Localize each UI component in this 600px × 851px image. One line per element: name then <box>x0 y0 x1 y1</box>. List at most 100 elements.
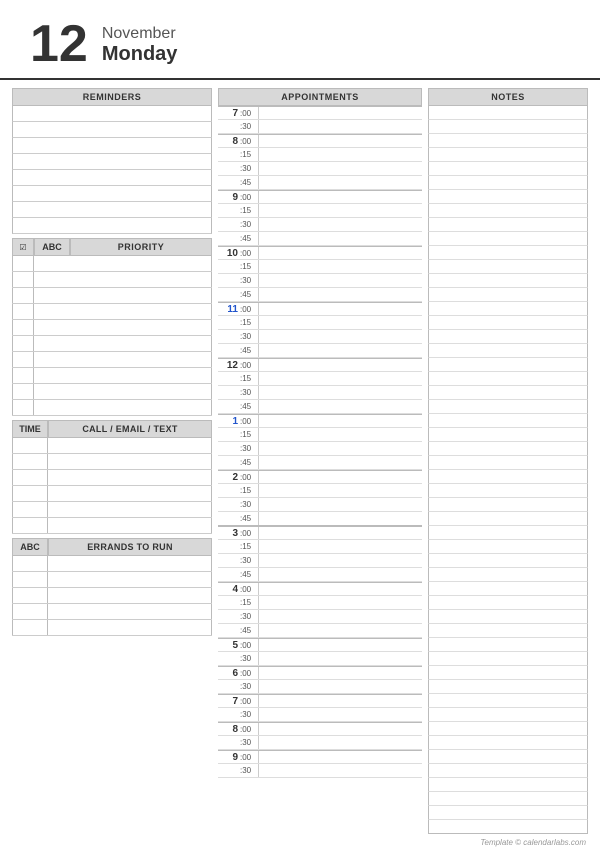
calls-header-row: TIME CALL / EMAIL / TEXT <box>12 420 212 438</box>
appt-time-row: 5 :00 <box>218 638 422 652</box>
hour-label: 7 <box>218 108 240 119</box>
appt-line <box>258 512 422 525</box>
list-item <box>428 484 588 498</box>
list-item <box>428 148 588 162</box>
appt-time-row: :45 <box>218 176 422 190</box>
hour-block-11: 11 :00 :15 :30 :45 <box>218 302 422 358</box>
appt-line <box>258 568 422 581</box>
appt-line <box>258 176 422 189</box>
priority-check-icon: ☑ <box>12 238 34 256</box>
list-item <box>428 176 588 190</box>
hour-block-12: 12 :00 :15 :30 :45 <box>218 358 422 414</box>
appt-time-row: :45 <box>218 232 422 246</box>
appt-time-row: :30 <box>218 708 422 722</box>
list-item <box>12 454 212 470</box>
appt-time-row: :30 <box>218 498 422 512</box>
list-item <box>428 568 588 582</box>
list-item <box>428 722 588 736</box>
appointments-panel: APPOINTMENTS 7 :00 :30 8 :00 :1 <box>218 88 422 834</box>
appt-line <box>258 554 422 567</box>
list-item <box>12 320 212 336</box>
min-label: :15 <box>240 262 258 271</box>
list-item <box>428 400 588 414</box>
appt-time-row: 8 :00 <box>218 722 422 736</box>
min-label: :45 <box>240 234 258 243</box>
notes-panel: NOTES <box>428 88 588 834</box>
footer-text: Template © calendarlabs.com <box>480 838 586 847</box>
appt-time-row: :45 <box>218 288 422 302</box>
hour-block-5pm: 5 :00 :30 <box>218 638 422 666</box>
min-label: :15 <box>240 542 258 551</box>
calls-section: TIME CALL / EMAIL / TEXT <box>12 420 212 534</box>
list-item <box>428 372 588 386</box>
list-item <box>12 218 212 234</box>
reminders-lines <box>12 106 212 234</box>
min-label: :30 <box>240 766 258 775</box>
appointments-header: APPOINTMENTS <box>218 88 422 106</box>
hour-block-4pm: 4 :00 :15 :30 :45 <box>218 582 422 638</box>
list-item <box>428 204 588 218</box>
appt-line <box>258 484 422 497</box>
list-item <box>428 190 588 204</box>
min-label: :30 <box>240 612 258 621</box>
list-item <box>12 272 212 288</box>
appt-line <box>258 456 422 469</box>
appt-time-row: :30 <box>218 330 422 344</box>
min-label: :30 <box>240 654 258 663</box>
min-label: :00 <box>240 249 258 258</box>
errands-abc-label: ABC <box>12 538 48 556</box>
list-item <box>428 540 588 554</box>
min-label: :30 <box>240 444 258 453</box>
list-item <box>428 260 588 274</box>
list-item <box>428 414 588 428</box>
appt-time-row: 12 :00 <box>218 358 422 372</box>
list-item <box>428 526 588 540</box>
list-item <box>12 138 212 154</box>
list-item <box>428 750 588 764</box>
appt-line <box>258 204 422 217</box>
hour-block-1pm: 1 :00 :15 :30 :45 <box>218 414 422 470</box>
appt-time-row: :45 <box>218 456 422 470</box>
day-number: 12 <box>30 18 88 70</box>
list-item <box>428 274 588 288</box>
min-label: :45 <box>240 290 258 299</box>
appt-time-row: :30 <box>218 386 422 400</box>
appt-time-row: :15 <box>218 596 422 610</box>
list-item <box>428 792 588 806</box>
list-item <box>12 400 212 416</box>
reminders-header: REMINDERS <box>12 88 212 106</box>
list-item <box>428 736 588 750</box>
appt-line <box>258 247 422 259</box>
priority-section: ☑ ABC PRIORITY <box>12 238 212 416</box>
list-item <box>428 120 588 134</box>
appt-time-row: 6 :00 <box>218 666 422 680</box>
hour-label: 5 <box>218 640 240 651</box>
min-label: :00 <box>240 669 258 678</box>
min-label: :45 <box>240 346 258 355</box>
min-label: :45 <box>240 514 258 523</box>
appt-time-row: :30 <box>218 218 422 232</box>
appt-time-row: 10 :00 <box>218 246 422 260</box>
min-label: :00 <box>240 193 258 202</box>
min-label: :30 <box>240 388 258 397</box>
hour-block-9pm: 9 :00 :30 <box>218 750 422 778</box>
hour-label: 8 <box>218 724 240 735</box>
appt-line <box>258 540 422 553</box>
list-item <box>428 652 588 666</box>
list-item <box>428 638 588 652</box>
appt-time-row: :30 <box>218 652 422 666</box>
appt-time-row: 7 :00 <box>218 694 422 708</box>
appt-time-row: :45 <box>218 568 422 582</box>
list-item <box>428 232 588 246</box>
min-label: :00 <box>240 305 258 314</box>
list-item <box>12 518 212 534</box>
appt-time-row: :45 <box>218 512 422 526</box>
hour-label: 6 <box>218 668 240 679</box>
min-label: :00 <box>240 109 258 118</box>
appt-time-row: :15 <box>218 372 422 386</box>
appt-line <box>258 330 422 343</box>
min-label: :00 <box>240 697 258 706</box>
min-label: :45 <box>240 178 258 187</box>
appt-time-row: :30 <box>218 554 422 568</box>
appt-time-row: :30 <box>218 680 422 694</box>
